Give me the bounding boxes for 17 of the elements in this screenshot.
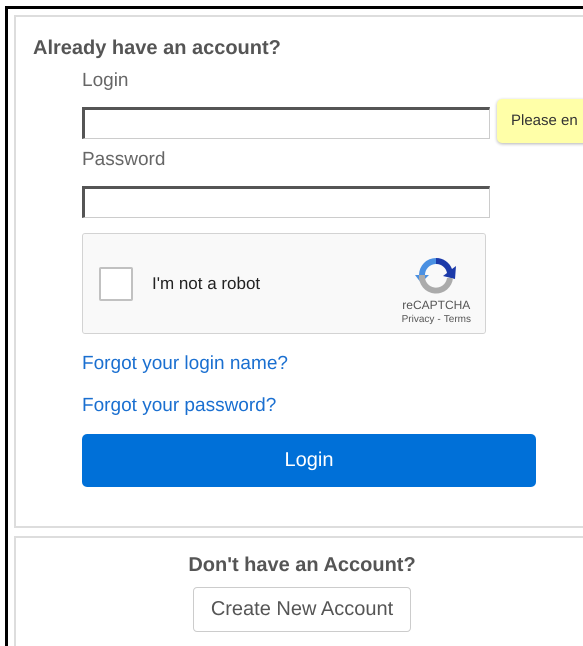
login-button[interactable]: Login	[82, 434, 536, 487]
captcha-brand: reCAPTCHA	[402, 298, 470, 312]
captcha-label: I'm not a robot	[152, 274, 262, 294]
input-field[interactable]	[82, 107, 490, 139]
create-account-button[interactable]: Create New Account	[192, 587, 412, 632]
validation-tooltip: Please en	[497, 99, 583, 143]
input-field[interactable]	[82, 186, 490, 218]
privacy-link[interactable]: Privacy	[402, 314, 434, 325]
field-label: Login	[82, 70, 128, 92]
field-label: Password	[82, 149, 166, 171]
separator: -	[437, 314, 441, 325]
terms-link[interactable]: Terms	[444, 314, 471, 325]
forgot-link[interactable]: Forgot your password?	[82, 395, 276, 417]
login-heading: Already have an account?	[33, 37, 282, 60]
captcha-checkbox[interactable]	[99, 266, 133, 300]
signup-heading: Don't have an Account?	[188, 554, 416, 577]
forgot-link[interactable]: Forgot your login name?	[82, 353, 288, 375]
